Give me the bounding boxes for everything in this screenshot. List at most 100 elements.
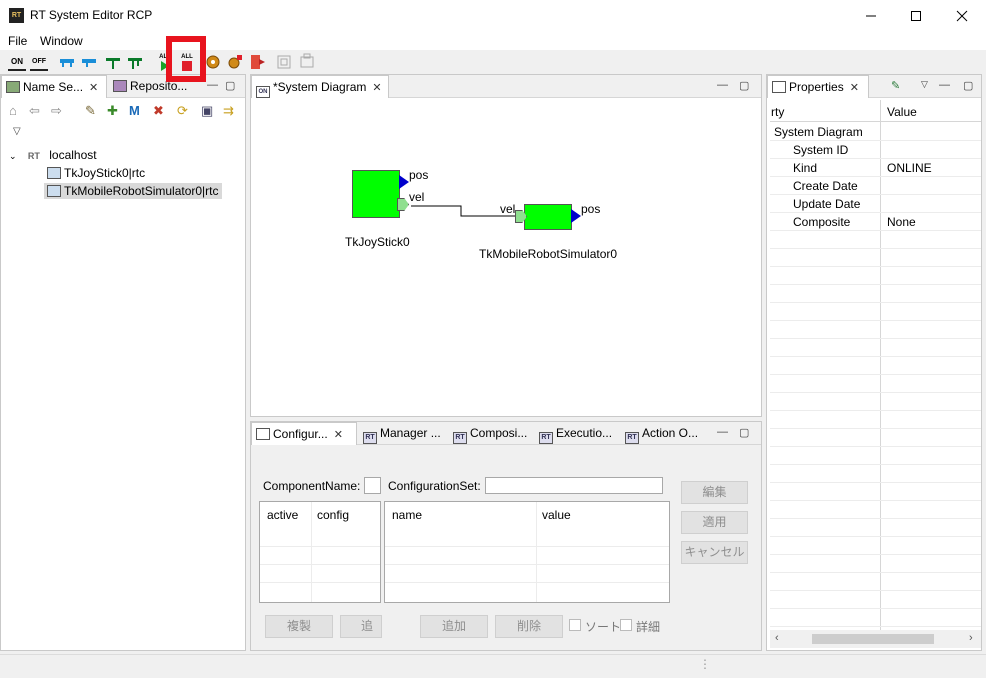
config-body: ComponentName: ConfigurationSet: active … bbox=[251, 445, 761, 650]
maximize-view-icon[interactable]: ▢ bbox=[739, 426, 749, 439]
minimize-view-icon[interactable]: — bbox=[717, 79, 728, 91]
filter-icon[interactable]: ▣ bbox=[201, 103, 213, 119]
view-menu-icon[interactable]: ▽ bbox=[921, 79, 928, 90]
status-bar: ⋮ bbox=[0, 654, 986, 678]
minimize-view-icon[interactable]: — bbox=[207, 79, 218, 91]
maximize-view-icon[interactable]: ▢ bbox=[225, 79, 235, 92]
menu-window[interactable]: Window bbox=[40, 34, 83, 48]
delete-icon[interactable]: ✖ bbox=[153, 103, 164, 119]
tab-manager[interactable]: RT Manager ... bbox=[359, 422, 447, 445]
maximize-view-icon[interactable]: ▢ bbox=[739, 79, 749, 92]
scroll-left-icon[interactable]: ‹ bbox=[775, 632, 779, 644]
close-tab-icon[interactable]: ✕ bbox=[334, 429, 343, 441]
toolbar: ON OFF ALL ALL bbox=[0, 36, 986, 82]
maximize-button[interactable] bbox=[893, 0, 939, 31]
sort-checkbox[interactable] bbox=[569, 619, 581, 631]
add-config-set-button[interactable]: 追加 bbox=[340, 615, 382, 638]
component-tkjoystick[interactable] bbox=[352, 170, 400, 218]
close-tab-icon[interactable]: ✕ bbox=[850, 82, 859, 94]
plug-icon[interactable]: ✎ bbox=[85, 103, 96, 119]
empty-row bbox=[770, 555, 981, 573]
add-button[interactable]: 追加 bbox=[420, 615, 488, 638]
port-green-icon[interactable] bbox=[104, 53, 122, 71]
tab-system-diagram[interactable]: ON *System Diagram ✕ bbox=[251, 75, 389, 98]
add-nameserver-icon[interactable]: ✚ bbox=[107, 103, 118, 119]
detail-checkbox[interactable] bbox=[620, 619, 632, 631]
tab-configuration[interactable]: Configur... ✕ bbox=[251, 422, 357, 445]
edit-button[interactable]: 編集 bbox=[681, 481, 748, 504]
empty-row bbox=[770, 231, 981, 249]
menu-file[interactable]: File bbox=[8, 34, 27, 48]
minimize-view-icon[interactable]: — bbox=[939, 79, 950, 91]
config-param-table[interactable]: name value bbox=[384, 501, 670, 603]
connect-icon[interactable] bbox=[58, 53, 76, 71]
empty-row bbox=[770, 483, 981, 501]
apply-button[interactable]: 適用 bbox=[681, 511, 748, 534]
back-icon[interactable]: ⇦ bbox=[29, 103, 40, 119]
empty-row bbox=[770, 573, 981, 591]
refresh-icon[interactable]: ⟳ bbox=[177, 103, 188, 119]
view-menu-icon[interactable]: ▽ bbox=[13, 126, 21, 137]
forward-icon[interactable]: ⇨ bbox=[51, 103, 62, 119]
collapse-icon[interactable]: ⇉ bbox=[223, 103, 234, 119]
tab-execution[interactable]: RT Executio... bbox=[535, 422, 619, 445]
tree-node-localhost[interactable]: ⌄ RT localhost bbox=[9, 148, 97, 162]
property-row[interactable]: Create Date bbox=[770, 177, 981, 195]
properties-grid[interactable]: rty Value System Diagram System ID Kind O… bbox=[770, 100, 981, 630]
property-group-row[interactable]: System Diagram bbox=[770, 123, 981, 141]
manager-icon[interactable]: M bbox=[129, 103, 140, 118]
component-name: TkJoyStick0 bbox=[345, 235, 410, 249]
property-row[interactable]: Composite None bbox=[770, 213, 981, 231]
tree-item-rtc-selected[interactable]: TkMobileRobotSimulator0|rtc bbox=[44, 183, 222, 199]
tab-name-service[interactable]: Name Se... ✕ bbox=[1, 75, 107, 98]
tab-properties[interactable]: Properties ✕ bbox=[767, 75, 869, 98]
decompose-icon[interactable] bbox=[298, 53, 316, 71]
delete-button[interactable]: 削除 bbox=[495, 615, 563, 638]
scroll-thumb[interactable] bbox=[812, 634, 934, 644]
property-value: None bbox=[887, 215, 916, 229]
maximize-view-icon[interactable]: ▢ bbox=[963, 79, 973, 92]
close-button[interactable] bbox=[939, 0, 985, 31]
column-header: config bbox=[317, 508, 350, 522]
connect-alt-icon[interactable] bbox=[80, 53, 98, 71]
expand-icon[interactable]: ⌄ bbox=[9, 151, 17, 161]
property-row[interactable]: System ID bbox=[770, 141, 981, 159]
empty-row bbox=[770, 303, 981, 321]
tab-action-order[interactable]: RT Action O... bbox=[621, 422, 707, 445]
component-name-field[interactable] bbox=[364, 477, 381, 494]
property-row[interactable]: Update Date bbox=[770, 195, 981, 213]
property-column-header: rty bbox=[771, 105, 785, 119]
configuration-set-field[interactable] bbox=[485, 477, 663, 494]
copy-button[interactable]: 複製 bbox=[265, 615, 333, 638]
maximize-icon bbox=[911, 10, 921, 21]
all-activate-on-icon[interactable]: ON bbox=[8, 53, 26, 71]
minimize-view-icon[interactable]: — bbox=[717, 426, 728, 438]
all-deactivate-off-icon[interactable]: OFF bbox=[30, 53, 48, 71]
finalize-gear-icon[interactable] bbox=[226, 53, 244, 71]
port-out-pos[interactable] bbox=[399, 175, 409, 189]
tab-properties-label: Properties bbox=[789, 80, 844, 94]
config-set-table[interactable]: active config bbox=[259, 501, 381, 603]
minimize-button[interactable] bbox=[848, 0, 894, 31]
reset-gear-icon[interactable] bbox=[204, 53, 222, 71]
home-icon[interactable]: ⌂ bbox=[9, 103, 17, 118]
exit-icon[interactable] bbox=[248, 53, 266, 71]
property-name: Composite bbox=[793, 215, 851, 229]
cancel-button[interactable]: キャンセル bbox=[681, 541, 748, 564]
tree-item-rtc[interactable]: TkJoyStick0|rtc bbox=[47, 166, 145, 180]
close-tab-icon[interactable]: ✕ bbox=[89, 82, 98, 94]
scroll-right-icon[interactable]: › bbox=[969, 632, 973, 644]
tab-composite[interactable]: RT Composi... bbox=[449, 422, 533, 445]
component-name: TkMobileRobotSimulator0 bbox=[479, 247, 618, 261]
empty-row bbox=[770, 411, 981, 429]
port-green-alt-icon[interactable] bbox=[126, 53, 144, 71]
port-out-pos[interactable] bbox=[571, 209, 581, 223]
component-tkmobilerobotsimulator[interactable] bbox=[524, 204, 572, 230]
rtc-icon bbox=[47, 167, 61, 179]
composite-icon[interactable] bbox=[275, 53, 293, 71]
diagram-canvas[interactable]: pos vel TkJoyStick0 vel pos TkMobileRobo… bbox=[251, 98, 761, 416]
property-row[interactable]: Kind ONLINE bbox=[770, 159, 981, 177]
pin-icon[interactable]: ✎ bbox=[891, 79, 900, 92]
properties-hscrollbar[interactable]: ‹ › bbox=[770, 630, 981, 648]
close-tab-icon[interactable]: ✕ bbox=[372, 82, 381, 94]
